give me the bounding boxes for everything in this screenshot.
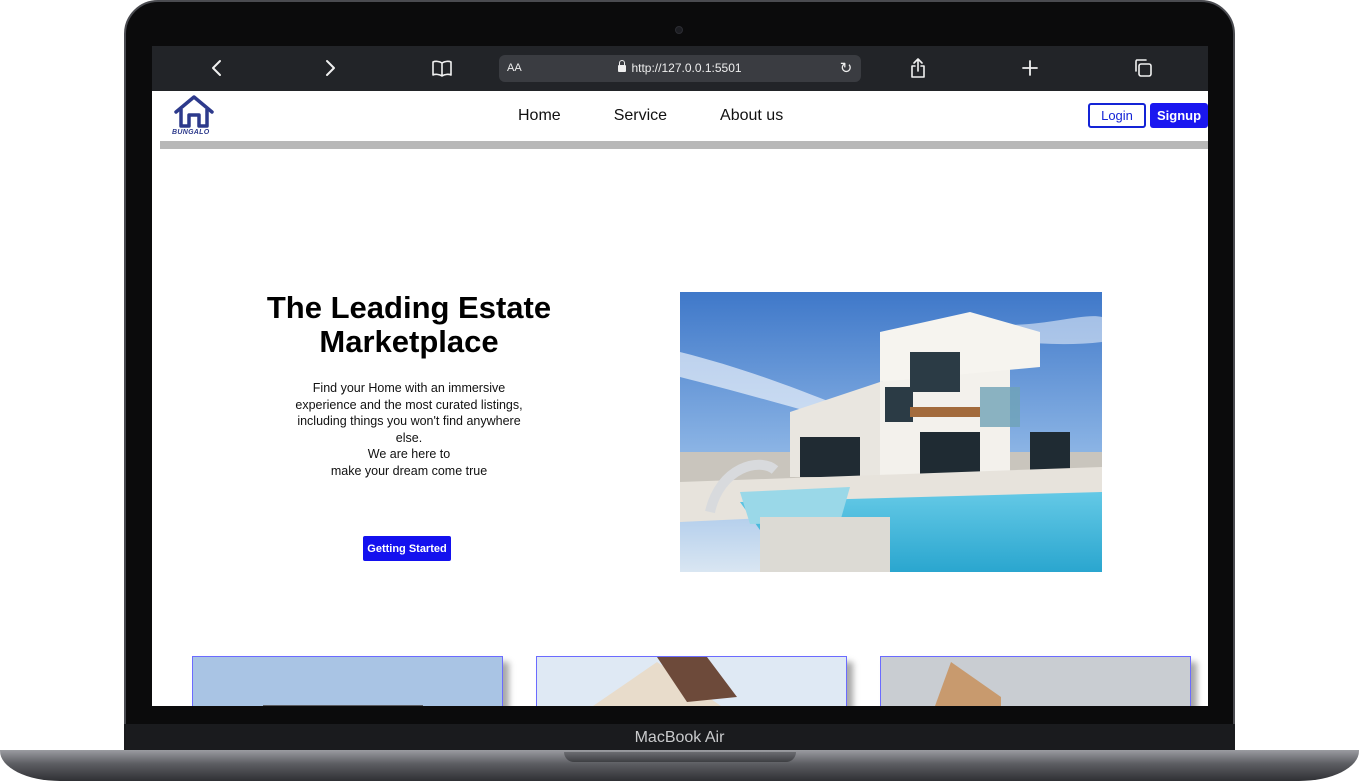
- site-navbar: BUNGALO Home Service About us Login Sign…: [152, 91, 1208, 141]
- laptop-notch: [564, 752, 796, 762]
- signup-button[interactable]: Signup: [1150, 103, 1208, 128]
- tabs-overview-icon[interactable]: [1131, 56, 1155, 80]
- browser-window: AA http://127.0.0.1:5501 ↻ BUNGALO Home …: [152, 46, 1208, 706]
- hero-description-line: including things you won't find anywhere: [297, 414, 521, 428]
- camera-icon: [675, 26, 683, 34]
- hero-title: The Leading Estate Marketplace: [266, 290, 552, 359]
- nav-home[interactable]: Home: [518, 107, 561, 125]
- back-icon[interactable]: [205, 56, 229, 80]
- hero-description-line: else.: [395, 430, 423, 445]
- getting-started-button[interactable]: Getting Started: [363, 536, 451, 561]
- listing-card[interactable]: [192, 656, 503, 706]
- reload-icon[interactable]: ↻: [837, 59, 855, 77]
- lock-icon: [618, 60, 627, 72]
- hero-house-image: [680, 292, 1102, 572]
- address-bar[interactable]: AA http://127.0.0.1:5501 ↻: [499, 55, 861, 82]
- nav-about-us[interactable]: About us: [720, 107, 783, 125]
- hero-description: Find your Home with an immersive experie…: [282, 380, 536, 479]
- bookmarks-icon[interactable]: [430, 56, 454, 80]
- logo-text: BUNGALO: [172, 129, 210, 136]
- hero-description-line: We are here to: [367, 447, 451, 461]
- listing-card[interactable]: [880, 656, 1191, 706]
- device-label: MacBook Air: [634, 729, 725, 746]
- share-icon[interactable]: [906, 56, 930, 80]
- hero-description-line: experience and the most curated listings…: [295, 397, 523, 412]
- login-button[interactable]: Login: [1088, 103, 1146, 128]
- hero-description-line: Find your Home with an immersive: [312, 381, 506, 395]
- hero-description-line: make your dream come true: [330, 463, 488, 478]
- nav-links: Home Service About us: [518, 107, 836, 125]
- navbar-divider: [160, 141, 1208, 149]
- new-tab-icon[interactable]: [1018, 56, 1042, 80]
- nav-service[interactable]: Service: [614, 107, 667, 125]
- listing-card[interactable]: [536, 656, 847, 706]
- forward-icon[interactable]: [318, 56, 342, 80]
- url-text[interactable]: http://127.0.0.1:5501: [631, 61, 741, 75]
- browser-toolbar: AA http://127.0.0.1:5501 ↻: [152, 46, 1208, 91]
